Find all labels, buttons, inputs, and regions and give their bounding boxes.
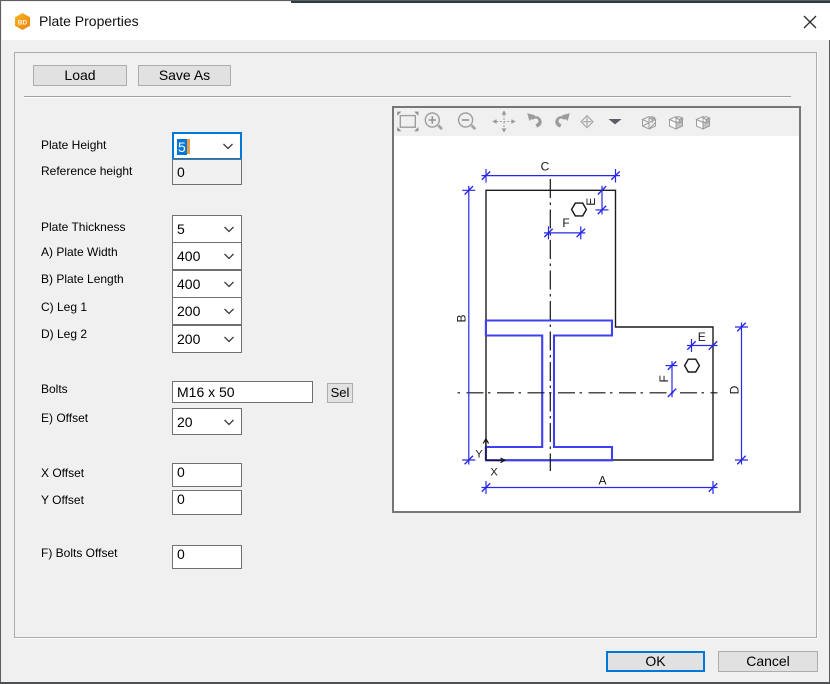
svg-text:B: B [455, 314, 469, 322]
svg-text:D: D [728, 385, 742, 394]
svg-text:F: F [657, 375, 671, 382]
svg-text:A: A [598, 474, 606, 488]
svg-text:C: C [541, 160, 550, 174]
svg-text:BD: BD [18, 19, 28, 26]
svg-text:E: E [698, 330, 706, 344]
svg-text:F: F [562, 216, 569, 230]
svg-text:E: E [584, 198, 598, 206]
svg-text:Y: Y [475, 449, 483, 461]
svg-text:X: X [490, 467, 498, 479]
